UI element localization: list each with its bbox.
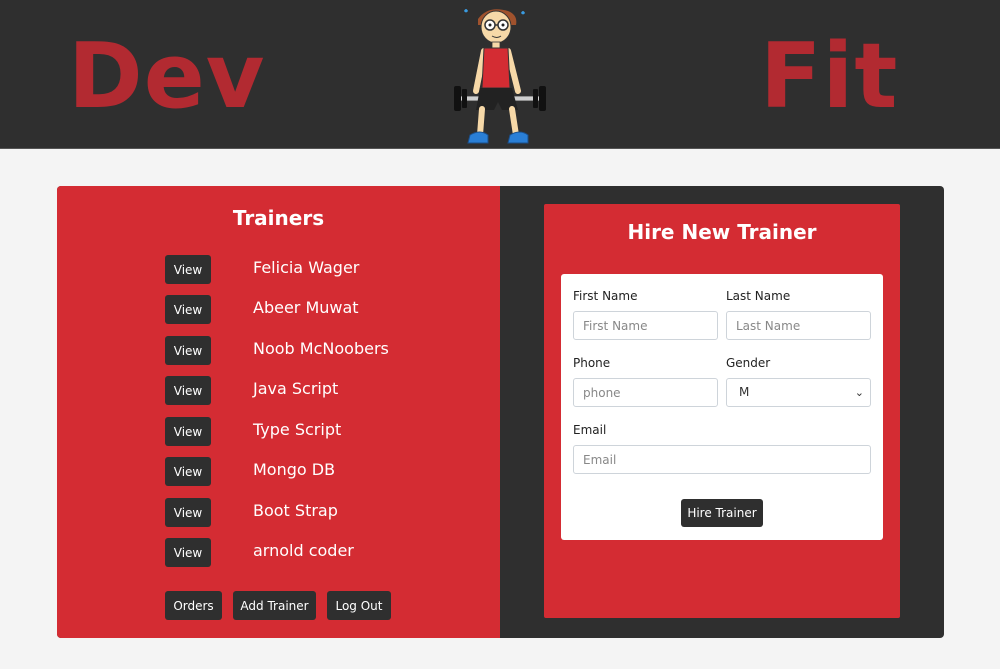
view-trainer-button[interactable]: View xyxy=(165,336,211,365)
trainer-name: Noob McNoobers xyxy=(253,339,389,358)
first-name-label: First Name xyxy=(573,289,638,303)
view-trainer-button[interactable]: View xyxy=(165,376,211,405)
add-trainer-button[interactable]: Add Trainer xyxy=(233,591,316,620)
view-trainer-button[interactable]: View xyxy=(165,498,211,527)
last-name-field[interactable] xyxy=(726,311,871,340)
trainer-name: Abeer Muwat xyxy=(253,298,359,317)
site-header: Dev Fit xyxy=(0,0,1000,149)
gender-selected-value: M xyxy=(739,385,750,399)
trainer-name: Felicia Wager xyxy=(253,258,360,277)
hire-trainer-panel: Hire New Trainer First Name Last Name Ph… xyxy=(544,204,900,618)
trainers-title: Trainers xyxy=(232,206,325,230)
view-trainer-button[interactable]: View xyxy=(165,295,211,324)
trainer-name: arnold coder xyxy=(253,541,354,560)
brand-dev: Dev xyxy=(68,24,266,129)
hire-trainer-form: First Name Last Name Phone Gender M ⌄ Em… xyxy=(561,274,883,540)
weightlifter-mascot-icon xyxy=(454,9,546,144)
hire-form-title: Hire New Trainer xyxy=(627,220,817,244)
gender-select[interactable]: M ⌄ xyxy=(726,378,871,407)
orders-button[interactable]: Orders xyxy=(165,591,222,620)
trainer-name: Mongo DB xyxy=(253,460,336,479)
gender-label: Gender xyxy=(726,356,771,370)
view-trainer-button[interactable]: View xyxy=(165,457,211,486)
trainers-panel: Trainers View Felicia Wager View Abeer M… xyxy=(57,186,500,638)
brand-fit: Fit xyxy=(760,24,899,129)
email-label: Email xyxy=(573,423,607,437)
last-name-label: Last Name xyxy=(726,289,791,303)
log-out-button[interactable]: Log Out xyxy=(327,591,391,620)
chevron-down-icon: ⌄ xyxy=(854,386,864,399)
view-trainer-button[interactable]: View xyxy=(165,417,211,446)
view-trainer-button[interactable]: View xyxy=(165,538,211,567)
trainer-name: Java Script xyxy=(253,379,339,398)
view-trainer-button[interactable]: View xyxy=(165,255,211,284)
main-card: Trainers View Felicia Wager View Abeer M… xyxy=(57,186,944,638)
phone-label: Phone xyxy=(573,356,611,370)
trainer-name: Boot Strap xyxy=(253,501,338,520)
phone-field[interactable] xyxy=(573,378,718,407)
trainer-name: Type Script xyxy=(253,420,342,439)
hire-trainer-button[interactable]: Hire Trainer xyxy=(681,499,763,527)
email-field[interactable] xyxy=(573,445,871,474)
first-name-field[interactable] xyxy=(573,311,718,340)
